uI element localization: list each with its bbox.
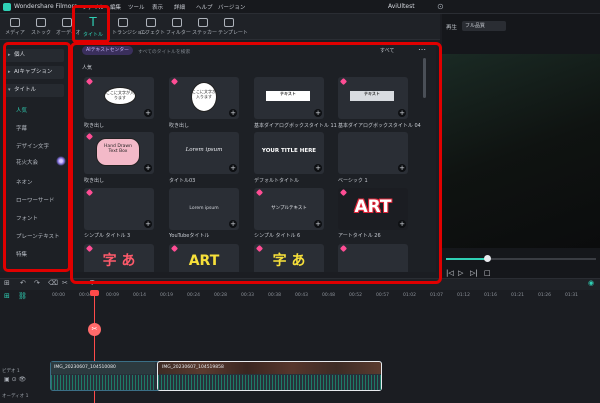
tab-template[interactable]: テンプレート (218, 17, 248, 39)
filter-icon (172, 18, 182, 27)
playback-tab[interactable]: 再生 (446, 23, 457, 31)
timecode-label: 00:09 (106, 293, 119, 298)
timecode-label: 00:33 (241, 293, 254, 298)
timecode-label: 00:28 (214, 293, 227, 298)
add-track-icon[interactable]: ⊞ (4, 292, 10, 300)
timecode-label: 00:57 (376, 293, 389, 298)
track-label-audio: オーディオ 1 (2, 394, 29, 399)
media-icon (10, 18, 20, 27)
audio-icon (62, 18, 72, 27)
project-name: AviUltest (388, 3, 415, 10)
highlight-sidebar (3, 42, 71, 272)
track-label-video: ビデオ 1 (2, 369, 20, 374)
timecode-label: 00:14 (133, 293, 146, 298)
settings-icon[interactable]: ⊙ (437, 2, 444, 11)
effect-icon (146, 18, 156, 27)
audio-waveform (51, 375, 155, 390)
menu-help[interactable]: ヘルプ (196, 3, 213, 11)
preview-video (442, 54, 600, 248)
transition-icon (118, 18, 128, 27)
redo-icon[interactable]: ↷ (34, 279, 40, 287)
playback-progress-fill (446, 258, 487, 260)
timecode-label: 00:43 (295, 293, 308, 298)
menu-advanced[interactable]: 詳細 (174, 3, 185, 11)
timecode-label: 01:26 (538, 293, 551, 298)
preview-panel: 再生 フル品質 |◁ ▷ ▷| □ (442, 14, 600, 278)
tab-effect[interactable]: エフェクト (140, 17, 165, 39)
clip-label: IMG_20230607_104510080 (54, 365, 116, 370)
playback-knob[interactable] (483, 255, 491, 262)
timecode-label: 01:31 (565, 293, 578, 298)
timecode-label: 01:02 (403, 293, 416, 298)
highlight-title-tab (72, 5, 110, 43)
split-icon[interactable]: ✂ (62, 279, 68, 287)
tab-transition[interactable]: トランジション (112, 17, 147, 39)
tab-sticker[interactable]: ステッカー (192, 17, 217, 39)
timecode-label: 00:19 (160, 293, 173, 298)
clip-label: IMG_20230607_104519858 (162, 365, 224, 370)
menu-tools[interactable]: ツール (128, 3, 145, 11)
prev-frame-icon[interactable]: |◁ (446, 269, 454, 277)
sticker-icon (198, 18, 208, 27)
play-icon[interactable]: ▷ (458, 269, 463, 277)
module-toolbar: メディア ストック オーディオ T タイトル トランジション エフェクト フィルタ… (0, 14, 440, 40)
tab-stock[interactable]: ストック (30, 17, 52, 39)
stock-icon (36, 18, 46, 27)
next-frame-icon[interactable]: ▷| (470, 269, 478, 277)
timecode-label: 00:00 (52, 293, 65, 298)
timecode-label: 00:48 (322, 293, 335, 298)
filmora-logo-icon (3, 3, 11, 11)
menu-view[interactable]: 表示 (152, 3, 163, 11)
timecode-label: 00:24 (187, 293, 200, 298)
tab-filter[interactable]: フィルター (166, 17, 191, 39)
timecode-label: 00:52 (349, 293, 362, 298)
stop-icon[interactable]: □ (484, 269, 491, 277)
highlight-content (70, 42, 442, 284)
audio-waveform (158, 375, 381, 390)
grid-icon[interactable]: ⊞ (4, 279, 10, 287)
render-icon[interactable]: ◉ (588, 279, 594, 287)
link-icon[interactable]: ⛓ (18, 292, 27, 300)
template-icon (224, 18, 234, 27)
delete-icon[interactable]: ⌫ (48, 279, 58, 287)
track-lock-icon[interactable]: ▣ ⊙ 👁 (4, 376, 26, 383)
timecode-label: 01:07 (430, 293, 443, 298)
timecode-label: 01:12 (457, 293, 470, 298)
menu-edit[interactable]: 編集 (110, 3, 121, 11)
timecode-label: 00:38 (268, 293, 281, 298)
timecode-label: 01:21 (511, 293, 524, 298)
app-title: Wondershare Filmora (14, 3, 78, 10)
quality-dropdown[interactable]: フル品質 (462, 21, 506, 31)
timecode-label: 01:16 (484, 293, 497, 298)
tab-media[interactable]: メディア (4, 17, 26, 39)
menu-version[interactable]: バージョン (218, 3, 245, 11)
undo-icon[interactable]: ↶ (20, 279, 26, 287)
scissors-icon[interactable]: ✂ (88, 323, 101, 336)
